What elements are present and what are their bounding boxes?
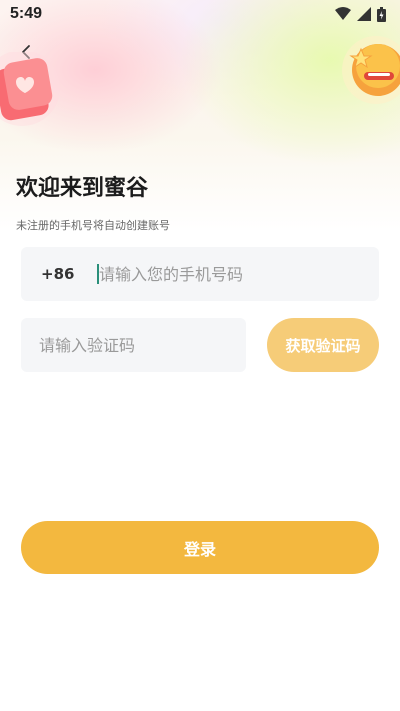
status-icons [335,6,386,22]
page-title: 欢迎来到蜜谷 [16,176,149,201]
emoji-decoration-icon [342,36,400,104]
signal-icon [357,7,371,21]
verification-code-field[interactable] [21,318,246,372]
country-code[interactable]: +86 [21,265,97,283]
get-code-button[interactable]: 获取验证码 [267,318,379,372]
login-button[interactable]: 登录 [21,521,379,574]
battery-icon [377,6,386,22]
wifi-icon [335,7,351,20]
status-bar: 5:49 [0,0,400,28]
verification-code-input[interactable] [21,318,246,372]
status-time: 5:49 [10,5,43,22]
page-subtitle: 未注册的手机号将自动创建账号 [16,219,170,232]
phone-field[interactable]: +86 [21,247,379,301]
heart-decoration-icon [0,52,60,126]
phone-input[interactable] [97,264,367,284]
